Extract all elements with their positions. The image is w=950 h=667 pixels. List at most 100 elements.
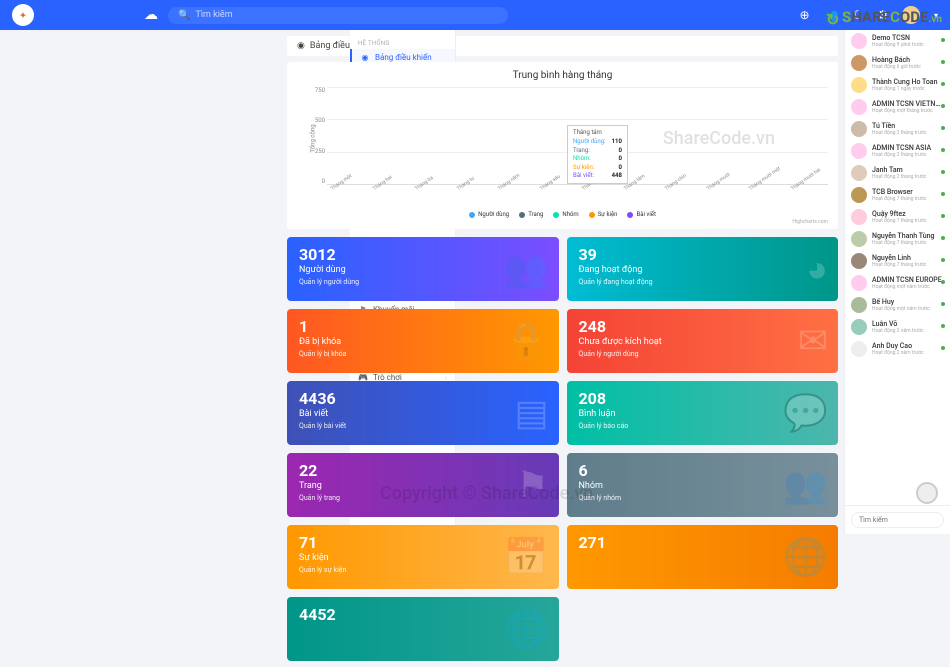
- user-row[interactable]: ADMIN TCSN EUROPEHoạt động một năm trước: [845, 272, 950, 294]
- user-row[interactable]: Nguyễn LinhHoạt động 7 tháng trước: [845, 250, 950, 272]
- user-row[interactable]: Demo TCSNHoạt động 9 phút trước: [845, 30, 950, 52]
- chart-credit: Highcharts.com: [297, 219, 828, 225]
- card-icon: 👥: [783, 464, 828, 506]
- stat-card[interactable]: 248Chưa được kích hoạtQuản lý người dùng…: [567, 309, 839, 373]
- user-meta: Hoạt động 7 tháng trước: [872, 196, 944, 202]
- user-meta: Hoạt động 2 năm trước: [872, 328, 944, 334]
- chart-area[interactable]: Tổng cộng 7505002500 Tháng mộtTháng haiT…: [297, 87, 828, 207]
- stat-card[interactable]: 3012Người dùngQuản lý người dùng👥: [287, 237, 559, 301]
- download-icon[interactable]: ⊕: [799, 8, 809, 22]
- card-icon: 👥: [504, 248, 549, 290]
- user-row[interactable]: Anh Duy CaoHoạt động 2 năm trước: [845, 338, 950, 360]
- user-avatar: [851, 33, 867, 49]
- cloud-icon[interactable]: ☁: [144, 7, 158, 23]
- stat-card[interactable]: 39Đang hoạt độngQuản lý đang hoạt động◕: [567, 237, 839, 301]
- card-subtitle: Quản lý trang: [299, 494, 547, 502]
- user-name: Nguyễn Thanh Tùng: [872, 232, 944, 240]
- user-avatar: [851, 231, 867, 247]
- user-avatar: [851, 99, 867, 115]
- sharecode-logo: SHARECODE.vn: [826, 8, 942, 26]
- status-dot-icon: [941, 126, 945, 130]
- user-name: Hoàng Bách: [872, 56, 944, 64]
- user-row[interactable]: Luân VõHoạt động 2 năm trước: [845, 316, 950, 338]
- legend-dot-icon: [589, 212, 595, 218]
- user-row[interactable]: Bế HuyHoạt động một năm trước: [845, 294, 950, 316]
- user-avatar: [851, 187, 867, 203]
- card-subtitle: Quản lý đang hoạt động: [579, 278, 827, 286]
- search-icon: 🔍: [178, 10, 190, 21]
- status-dot-icon: [941, 236, 945, 240]
- chart-legend[interactable]: Người dùng Trang Nhóm Sự kiện Bài viết: [297, 211, 828, 218]
- user-row[interactable]: Nguyễn Thanh TùngHoạt động 7 tháng trước: [845, 228, 950, 250]
- card-value: 22: [299, 463, 547, 479]
- user-name: Janh Tam: [872, 166, 944, 174]
- legend-item[interactable]: Nhóm: [553, 211, 578, 218]
- status-dot-icon: [941, 324, 945, 328]
- stat-card[interactable]: 208Bình luậnQuản lý báo cáo💬: [567, 381, 839, 445]
- stat-card[interactable]: 271🌐: [567, 525, 839, 589]
- legend-dot-icon: [553, 212, 559, 218]
- user-name: Quậy 9ftez: [872, 210, 944, 218]
- user-row[interactable]: ADMIN TCSN ASIAHoạt động 2 tháng trước: [845, 140, 950, 162]
- user-name: Nguyễn Linh: [872, 254, 944, 262]
- app-logo[interactable]: ✦: [12, 4, 34, 26]
- user-row[interactable]: Thành Cung Ho ToanHoạt động 1 ngày trước: [845, 74, 950, 96]
- card-value: 248: [579, 319, 827, 335]
- search-box[interactable]: 🔍: [168, 7, 508, 24]
- legend-item[interactable]: Bài viết: [627, 211, 655, 218]
- status-dot-icon: [941, 170, 945, 174]
- user-name: ADMIN TCSN VIETNAM: [872, 100, 944, 108]
- user-avatar: [851, 77, 867, 93]
- y-ticks: 7505002500: [311, 87, 325, 185]
- user-row[interactable]: TCB BrowserHoạt động 7 tháng trước: [845, 184, 950, 206]
- user-meta: Hoạt động một tháng trước: [872, 108, 944, 114]
- legend-dot-icon: [519, 212, 525, 218]
- stat-card[interactable]: 1Đã bị khóaQuản lý bị khóa🔒: [287, 309, 559, 373]
- user-list: Demo TCSNHoạt động 9 phút trướcHoàng Bác…: [845, 30, 950, 360]
- card-subtitle: Quản lý người dùng: [579, 350, 827, 358]
- stat-card[interactable]: 22TrangQuản lý trang⚑: [287, 453, 559, 517]
- status-dot-icon: [941, 302, 945, 306]
- user-name: Bế Huy: [872, 298, 944, 306]
- card-label: Đang hoạt động: [579, 265, 827, 275]
- stat-card[interactable]: 6NhómQuản lý nhóm👥: [567, 453, 839, 517]
- status-dot-icon: [941, 148, 945, 152]
- right-search: [845, 505, 950, 534]
- legend-item[interactable]: Sự kiện: [589, 211, 618, 218]
- status-dot-icon: [941, 214, 945, 218]
- user-name: Tú Tiền: [872, 122, 944, 130]
- user-row[interactable]: Tú TiềnHoạt động 2 tháng trước: [845, 118, 950, 140]
- topbar: ✦ ☁ 🔍 ⊕ 👥 ☾ ⚙ ▾: [0, 0, 950, 30]
- user-row[interactable]: Quậy 9ftezHoạt động 7 tháng trước: [845, 206, 950, 228]
- user-row[interactable]: Janh TamHoạt động 2 tháng trước: [845, 162, 950, 184]
- user-name: Anh Duy Cao: [872, 342, 944, 350]
- user-meta: Hoạt động 6 giờ trước: [872, 64, 944, 70]
- card-label: Trang: [299, 481, 547, 491]
- stat-card[interactable]: 4436Bài viếtQuản lý bài viết▤: [287, 381, 559, 445]
- user-avatar: [851, 275, 867, 291]
- user-avatar: [851, 253, 867, 269]
- user-avatar: [851, 55, 867, 71]
- stat-card[interactable]: 4452🌐: [287, 597, 559, 661]
- notification-bell-icon[interactable]: [916, 482, 938, 504]
- status-dot-icon: [941, 82, 945, 86]
- user-avatar: [851, 165, 867, 181]
- stat-card[interactable]: 71Sự kiệnQuản lý sự kiện📅: [287, 525, 559, 589]
- right-panel: Demo TCSNHoạt động 9 phút trướcHoàng Bác…: [844, 30, 950, 534]
- status-dot-icon: [941, 104, 945, 108]
- user-avatar: [851, 341, 867, 357]
- user-meta: Hoạt động 2 năm trước: [872, 350, 944, 356]
- legend-item[interactable]: Trang: [519, 211, 543, 218]
- search-input[interactable]: [195, 10, 498, 20]
- user-meta: Hoạt động 7 tháng trước: [872, 240, 944, 246]
- user-row[interactable]: Hoàng BáchHoạt động 6 giờ trước: [845, 52, 950, 74]
- chart-card: Trung bình hàng tháng Tổng cộng 75050025…: [287, 62, 838, 229]
- nav-icon: ◉: [360, 53, 370, 62]
- card-icon: ▤: [514, 392, 548, 434]
- user-name: Thành Cung Ho Toan: [872, 78, 944, 86]
- right-search-input[interactable]: [851, 512, 944, 528]
- user-row[interactable]: ADMIN TCSN VIETNAMHoạt động một tháng tr…: [845, 96, 950, 118]
- legend-item[interactable]: Người dùng: [469, 211, 509, 218]
- card-icon: 💬: [783, 392, 828, 434]
- legend-dot-icon: [627, 212, 633, 218]
